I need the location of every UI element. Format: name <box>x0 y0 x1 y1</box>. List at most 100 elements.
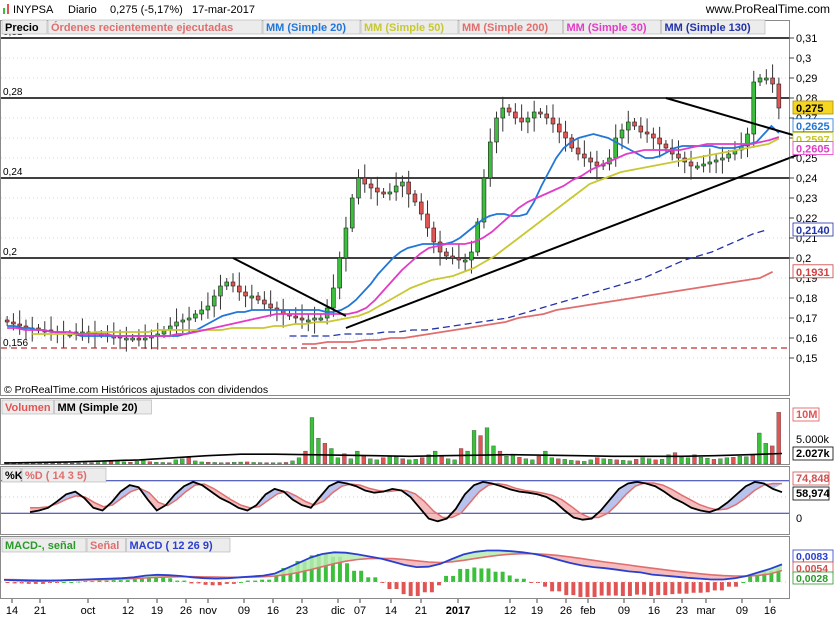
macd-histogram-bar <box>458 568 463 582</box>
candle-body <box>557 123 562 133</box>
volume-bar <box>407 459 412 465</box>
volume-bar <box>212 462 217 465</box>
volume-bar <box>296 457 302 465</box>
volume-bar <box>199 461 204 465</box>
price-legend-label: MM (Simple 50) <box>364 22 444 34</box>
candle-body <box>456 257 462 261</box>
candle-body <box>11 321 16 325</box>
header-site: www.ProRealTime.com <box>705 2 830 16</box>
macd-histogram-bar <box>210 582 215 586</box>
candle-body <box>450 255 455 259</box>
volume-bar <box>400 458 405 465</box>
macd-histogram-bar <box>359 570 364 582</box>
macd-line <box>3 549 783 582</box>
volume-bar <box>672 452 678 465</box>
price-tick-label: 0,16 <box>796 333 817 345</box>
candle-body <box>720 157 725 161</box>
legend-layer: Precio Órdenes recientemente ejecutadas MM… <box>1 19 766 553</box>
macd-histogram-bar <box>451 575 456 582</box>
x-tick-label: 12 <box>122 605 134 617</box>
candle-body <box>488 141 493 179</box>
volume-bar <box>193 460 198 465</box>
stochastic-legend-label: %D ( 14 3 5) <box>25 470 87 482</box>
volume-bar <box>180 458 185 465</box>
volume-bar <box>270 462 276 465</box>
stochastic-layer <box>1 480 789 523</box>
price-layer: 0,310,280,240,20,156 <box>1 27 811 359</box>
macd-histogram-bar <box>479 568 484 582</box>
volume-bar <box>569 460 574 465</box>
candle-body <box>211 295 217 307</box>
macd-histogram-bar <box>550 582 555 592</box>
candle-body <box>651 133 656 139</box>
volume-bar <box>322 443 328 465</box>
x-tick-label: 09 <box>238 605 250 617</box>
candle-body <box>356 177 361 199</box>
candle-body <box>393 185 399 193</box>
macd-histogram-bar <box>599 582 604 596</box>
volume-bar <box>206 462 211 465</box>
value-label: 0,1931 <box>796 267 830 279</box>
volume-bar <box>653 459 658 465</box>
volume-bar <box>335 457 340 465</box>
volume-bar <box>556 458 561 465</box>
volume-legend-label: MM (Simple 20) <box>58 402 138 414</box>
macd-histogram-bar <box>486 568 491 582</box>
macd-histogram-bar <box>571 582 576 596</box>
candle-body <box>343 227 349 259</box>
macd-histogram-bar <box>422 582 427 593</box>
candle-body <box>406 181 411 195</box>
volume-bar <box>387 456 392 465</box>
candle-body <box>180 319 186 323</box>
macd-tick-label: 0,0083 <box>796 551 828 563</box>
candle-body <box>368 183 374 189</box>
macd-histogram-bar <box>578 582 583 597</box>
volume-bar <box>711 459 717 465</box>
macd-histogram-bar <box>677 582 682 594</box>
macd-histogram-bar <box>168 578 173 582</box>
candle-body <box>701 163 706 167</box>
candle-body <box>124 337 129 341</box>
candle-body <box>375 187 380 193</box>
candle-body <box>563 131 568 139</box>
price-legend-label: MM (Simple 30) <box>567 22 647 34</box>
macd-histogram-bar <box>507 575 512 582</box>
support-label: 0,156 <box>3 338 28 349</box>
candle-body <box>494 117 499 143</box>
candle-body <box>425 213 430 229</box>
macd-histogram-bar <box>260 579 265 582</box>
volume-tick-label: 10M <box>796 409 817 421</box>
candle-body <box>550 117 556 125</box>
x-tick-label: feb <box>580 605 595 617</box>
macd-histogram-bar <box>755 575 760 582</box>
moving-average-line <box>289 229 767 337</box>
volume-bar <box>82 462 88 465</box>
candle-body <box>475 221 480 253</box>
price-tick-label: 0,29 <box>796 73 817 85</box>
header-last: 0,275 (-5,17%) <box>110 4 183 16</box>
candle-body <box>519 117 524 123</box>
volume-bar <box>646 458 652 465</box>
candle-body <box>582 153 587 159</box>
macd-histogram-bar <box>415 582 420 597</box>
candle-body <box>751 81 757 135</box>
macd-histogram-bar <box>642 582 647 595</box>
volume-bar <box>530 459 535 465</box>
volume-bar <box>770 445 775 465</box>
candle-body <box>726 153 731 159</box>
price-panel <box>0 20 790 396</box>
x-tick-label: mar <box>697 605 716 617</box>
volume-bar <box>744 456 749 465</box>
macd-histogram-bar <box>620 582 625 597</box>
stochastic-tick-label: 74,848 <box>796 473 830 485</box>
candle-body <box>230 281 236 287</box>
volume-bar <box>368 458 373 465</box>
price-tick-label: 0,15 <box>796 353 817 365</box>
candle-body <box>312 317 317 321</box>
macd-layer <box>1 549 789 597</box>
macd-histogram-bar <box>649 582 654 597</box>
candle-body <box>17 323 22 327</box>
volume-bar <box>57 462 62 465</box>
macd-histogram-bar <box>726 582 731 587</box>
candle-body <box>776 83 782 109</box>
